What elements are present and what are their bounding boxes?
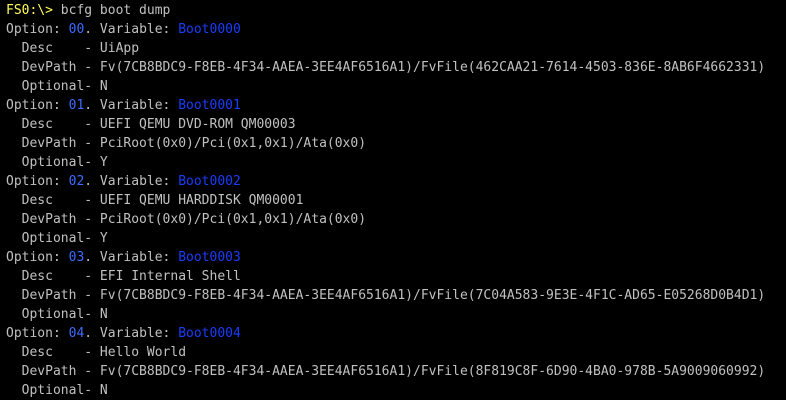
option-number: 03 <box>68 250 85 265</box>
variable-label: . Variable: <box>84 174 179 189</box>
desc-label: Desc - <box>6 117 100 132</box>
desc-value: UiApp <box>99 41 140 56</box>
devpath-line: DevPath - Fv(7CB8BDC9-F8EB-4F34-AAEA-3EE… <box>6 362 786 381</box>
devpath-line: DevPath - Fv(7CB8BDC9-F8EB-4F34-AAEA-3EE… <box>6 286 786 305</box>
option-number: 00 <box>68 22 85 37</box>
boot-option-block: Option: 04. Variable: Boot0004 Desc - He… <box>6 324 786 400</box>
command-line: FS0:\> bcfg boot dump <box>6 1 786 20</box>
option-number: 04 <box>68 326 85 341</box>
desc-value: UEFI QEMU HARDDISK QM00001 <box>99 193 304 208</box>
optional-line: Optional- Y <box>6 153 786 172</box>
devpath-line: DevPath - PciRoot(0x0)/Pci(0x1,0x1)/Ata(… <box>6 210 786 229</box>
option-header-line: Option: 02. Variable: Boot0002 <box>6 172 786 191</box>
uefi-shell-terminal[interactable]: FS0:\> bcfg boot dump Option: 00. Variab… <box>0 0 786 400</box>
optional-value: N <box>99 79 108 94</box>
option-number: 01 <box>68 98 85 113</box>
option-label: Option: <box>6 250 69 265</box>
boot-option-block: Option: 00. Variable: Boot0000 Desc - Ui… <box>6 20 786 96</box>
optional-label: Optional- <box>6 307 100 322</box>
optional-label: Optional- <box>6 79 100 94</box>
optional-value: Y <box>99 155 108 170</box>
devpath-value: PciRoot(0x0)/Pci(0x1,0x1)/Ata(0x0) <box>99 136 367 151</box>
desc-line: Desc - UiApp <box>6 39 786 58</box>
option-header-line: Option: 04. Variable: Boot0004 <box>6 324 786 343</box>
desc-value: EFI Internal Shell <box>99 269 241 284</box>
devpath-label: DevPath - <box>6 136 100 151</box>
optional-label: Optional- <box>6 383 100 398</box>
optional-line: Optional- N <box>6 305 786 324</box>
desc-label: Desc - <box>6 41 100 56</box>
desc-label: Desc - <box>6 345 100 360</box>
boot-options-list: Option: 00. Variable: Boot0000 Desc - Ui… <box>6 20 786 400</box>
devpath-value: Fv(7CB8BDC9-F8EB-4F34-AAEA-3EE4AF6516A1)… <box>99 364 766 379</box>
desc-value: Hello World <box>99 345 187 360</box>
command-text: bcfg boot dump <box>52 3 171 18</box>
boot-option-block: Option: 03. Variable: Boot0003 Desc - EF… <box>6 248 786 324</box>
optional-line: Optional- N <box>6 381 786 400</box>
variable-label: . Variable: <box>84 250 179 265</box>
variable-label: . Variable: <box>84 98 179 113</box>
variable-name: Boot0001 <box>178 98 241 113</box>
optional-line: Optional- Y <box>6 229 786 248</box>
option-header-line: Option: 03. Variable: Boot0003 <box>6 248 786 267</box>
option-label: Option: <box>6 326 69 341</box>
desc-line: Desc - Hello World <box>6 343 786 362</box>
variable-name: Boot0000 <box>178 22 241 37</box>
devpath-label: DevPath - <box>6 364 100 379</box>
option-header-line: Option: 01. Variable: Boot0001 <box>6 96 786 115</box>
option-label: Option: <box>6 174 69 189</box>
devpath-value: Fv(7CB8BDC9-F8EB-4F34-AAEA-3EE4AF6516A1)… <box>99 60 766 75</box>
desc-line: Desc - EFI Internal Shell <box>6 267 786 286</box>
boot-option-block: Option: 02. Variable: Boot0002 Desc - UE… <box>6 172 786 248</box>
variable-label: . Variable: <box>84 326 179 341</box>
option-header-line: Option: 00. Variable: Boot0000 <box>6 20 786 39</box>
optional-value: N <box>99 307 108 322</box>
devpath-value: PciRoot(0x0)/Pci(0x1,0x1)/Ata(0x0) <box>99 212 367 227</box>
variable-name: Boot0002 <box>178 174 241 189</box>
desc-label: Desc - <box>6 269 100 284</box>
desc-line: Desc - UEFI QEMU DVD-ROM QM00003 <box>6 115 786 134</box>
variable-name: Boot0003 <box>178 250 241 265</box>
boot-option-block: Option: 01. Variable: Boot0001 Desc - UE… <box>6 96 786 172</box>
devpath-line: DevPath - PciRoot(0x0)/Pci(0x1,0x1)/Ata(… <box>6 134 786 153</box>
optional-label: Optional- <box>6 155 100 170</box>
option-label: Option: <box>6 22 69 37</box>
desc-label: Desc - <box>6 193 100 208</box>
option-label: Option: <box>6 98 69 113</box>
devpath-value: Fv(7CB8BDC9-F8EB-4F34-AAEA-3EE4AF6516A1)… <box>99 288 766 303</box>
variable-name: Boot0004 <box>178 326 241 341</box>
optional-line: Optional- N <box>6 77 786 96</box>
optional-value: N <box>99 383 108 398</box>
option-number: 02 <box>68 174 85 189</box>
optional-value: Y <box>99 231 108 246</box>
desc-line: Desc - UEFI QEMU HARDDISK QM00001 <box>6 191 786 210</box>
devpath-line: DevPath - Fv(7CB8BDC9-F8EB-4F34-AAEA-3EE… <box>6 58 786 77</box>
devpath-label: DevPath - <box>6 288 100 303</box>
desc-value: UEFI QEMU DVD-ROM QM00003 <box>99 117 296 132</box>
variable-label: . Variable: <box>84 22 179 37</box>
optional-label: Optional- <box>6 231 100 246</box>
devpath-label: DevPath - <box>6 60 100 75</box>
shell-prompt: FS0:\> <box>6 3 53 18</box>
devpath-label: DevPath - <box>6 212 100 227</box>
